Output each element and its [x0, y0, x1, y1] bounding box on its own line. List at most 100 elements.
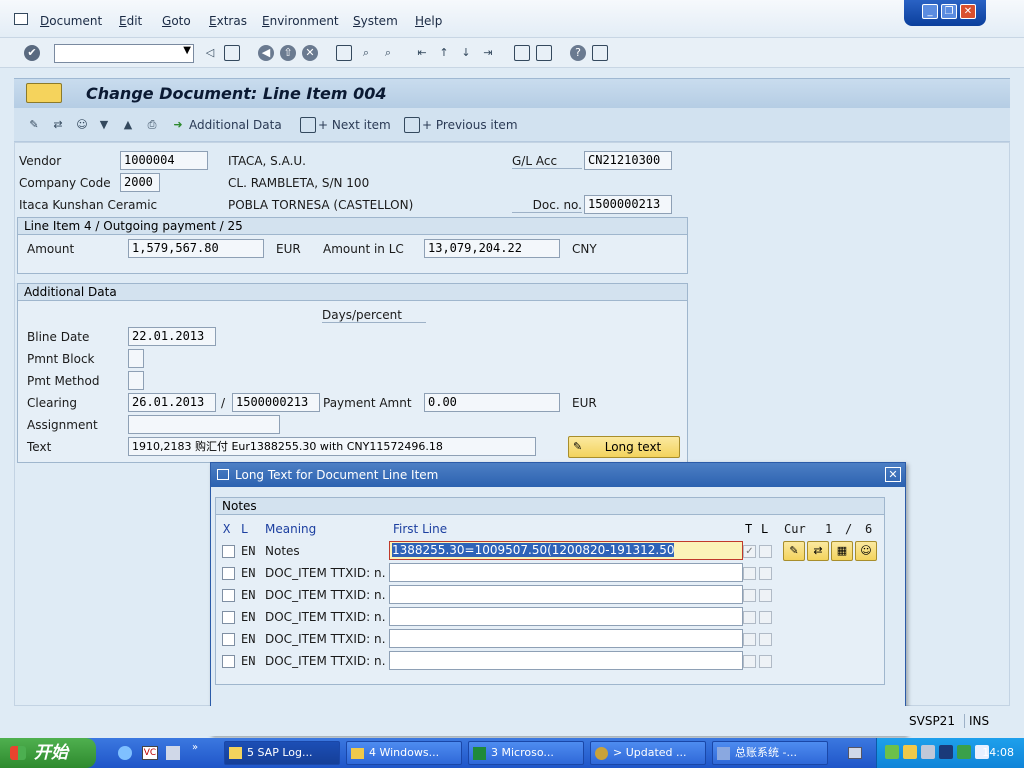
- window-menu-icon[interactable]: [14, 13, 28, 25]
- triangle-down-icon[interactable]: ▼: [96, 117, 112, 133]
- pmnt-block-field[interactable]: [128, 349, 144, 368]
- menu-goto[interactable]: Goto: [162, 14, 191, 28]
- pmt-method-field[interactable]: [128, 371, 144, 390]
- amount-lc-field[interactable]: 13,079,204.22: [424, 239, 560, 258]
- speaker-icon[interactable]: [921, 745, 935, 759]
- additional-data-icon[interactable]: ➜: [170, 117, 186, 133]
- additional-data-button[interactable]: Additional Data: [189, 118, 282, 132]
- app-icon[interactable]: [166, 746, 180, 760]
- display-change-icon[interactable]: ⇄: [50, 117, 66, 133]
- menu-edit[interactable]: Edit: [119, 14, 142, 28]
- row-first-line-field[interactable]: [389, 629, 743, 648]
- previous-page-icon[interactable]: ↑: [436, 45, 452, 61]
- first-page-icon[interactable]: ⇤: [414, 45, 430, 61]
- row-first-line-field[interactable]: 1388255.30=1009507.50(1200820-191312.50: [389, 541, 743, 560]
- row-select-checkbox[interactable]: [222, 611, 235, 624]
- vc-icon[interactable]: VC: [142, 746, 158, 760]
- payment-amnt-field[interactable]: 0.00: [424, 393, 560, 412]
- shortcut-icon[interactable]: [536, 45, 552, 61]
- assignment-field[interactable]: [128, 415, 280, 434]
- menu-document[interactable]: Document: [40, 14, 102, 28]
- restore-button[interactable]: ❐: [941, 4, 957, 19]
- keyboard-icon[interactable]: [848, 747, 862, 759]
- exit-icon[interactable]: ⇧: [280, 45, 296, 61]
- edit-pencil-icon[interactable]: ✎: [26, 117, 42, 133]
- cancel-icon[interactable]: ✕: [302, 45, 318, 61]
- row-select-checkbox[interactable]: [222, 567, 235, 580]
- find-icon[interactable]: ⌕: [358, 45, 374, 61]
- menu-help[interactable]: Help: [415, 14, 442, 28]
- new-session-icon[interactable]: [514, 45, 530, 61]
- dialog-close-button[interactable]: ✕: [885, 467, 901, 482]
- enter-icon[interactable]: ✔: [24, 45, 40, 61]
- save-previous-icon[interactable]: [404, 117, 420, 133]
- task-microsoft[interactable]: 3 Microso...: [468, 741, 584, 765]
- menu-extras[interactable]: Extras: [209, 14, 247, 28]
- find-next-icon[interactable]: ⌕: [380, 45, 396, 61]
- row-first-line-field[interactable]: [389, 585, 743, 604]
- row-l-checkbox: [759, 633, 772, 646]
- row-first-line-text: 1388255.30=1009507.50(1200820-191312.50: [392, 543, 675, 557]
- person-icon[interactable]: ☺: [74, 117, 90, 133]
- row-first-line-field[interactable]: [389, 563, 743, 582]
- table-icon[interactable]: ▦: [831, 541, 853, 561]
- layout-menu-icon[interactable]: [592, 45, 608, 61]
- shield-icon[interactable]: [885, 745, 899, 759]
- row-select-checkbox[interactable]: [222, 655, 235, 668]
- text-navigate-icon[interactable]: ⇄: [807, 541, 829, 561]
- doc-no-field[interactable]: 1500000213: [584, 195, 672, 214]
- amount-field[interactable]: 1,579,567.80: [128, 239, 264, 258]
- menu-list-icon[interactable]: [26, 83, 62, 103]
- save-icon[interactable]: [224, 45, 240, 61]
- row-select-checkbox[interactable]: [222, 589, 235, 602]
- ie-icon[interactable]: [118, 746, 132, 760]
- close-button[interactable]: ✕: [960, 4, 976, 19]
- network-icon[interactable]: [903, 745, 917, 759]
- clearing-date-field[interactable]: 26.01.2013: [128, 393, 216, 412]
- row-select-checkbox[interactable]: [222, 545, 235, 558]
- start-button[interactable]: 开始: [0, 738, 96, 768]
- task-windows[interactable]: 4 Windows...: [346, 741, 462, 765]
- back-arrow-icon[interactable]: ◁: [202, 45, 218, 61]
- row-first-line-field[interactable]: [389, 651, 743, 670]
- save-next-icon[interactable]: [300, 117, 316, 133]
- check-icon[interactable]: [957, 745, 971, 759]
- next-page-icon[interactable]: ↓: [458, 45, 474, 61]
- row-select-checkbox[interactable]: [222, 633, 235, 646]
- long-text-button[interactable]: ✎ Long text: [568, 436, 680, 458]
- task-ledger[interactable]: 总账系统 -...: [712, 741, 828, 765]
- menu-system[interactable]: System: [353, 14, 398, 28]
- app-tray-icon[interactable]: [939, 745, 953, 759]
- edit-text-icon[interactable]: ✎: [783, 541, 805, 561]
- last-page-icon[interactable]: ⇥: [480, 45, 496, 61]
- chevron-down-icon[interactable]: ▼: [183, 45, 191, 56]
- print-preview-icon[interactable]: ⎙: [144, 117, 160, 133]
- cur-label: Cur: [784, 522, 806, 536]
- company-code-field[interactable]: 2000: [120, 173, 160, 192]
- triangle-up-icon[interactable]: ▲: [120, 117, 136, 133]
- col-meaning: Meaning: [265, 522, 317, 536]
- row-meaning: DOC_ITEM TTXID: n…: [265, 566, 387, 580]
- print-icon[interactable]: [336, 45, 352, 61]
- previous-item-button[interactable]: + Previous item: [422, 118, 518, 132]
- task-sap-logon[interactable]: 5 SAP Log...: [224, 741, 340, 765]
- clearing-doc-field[interactable]: 1500000213: [232, 393, 320, 412]
- person-icon[interactable]: ☺: [855, 541, 877, 561]
- row-first-line-field[interactable]: [389, 607, 743, 626]
- vendor-field[interactable]: 1000004: [120, 151, 208, 170]
- clearing-label: Clearing: [27, 396, 77, 410]
- gl-acc-field[interactable]: CN21210300: [584, 151, 672, 170]
- bline-date-field[interactable]: 22.01.2013: [128, 327, 216, 346]
- minimize-button[interactable]: _: [922, 4, 938, 19]
- overflow-chevron-icon[interactable]: »: [192, 742, 198, 753]
- row-t-checkbox: [743, 655, 756, 668]
- days-percent-header: Days/percent: [322, 308, 426, 323]
- next-item-button[interactable]: + Next item: [318, 118, 391, 132]
- menu-environment[interactable]: Environment: [262, 14, 339, 28]
- amount-lc-currency: CNY: [572, 242, 597, 256]
- task-updated[interactable]: > Updated ...: [590, 741, 706, 765]
- help-icon[interactable]: ?: [570, 45, 586, 61]
- text-field[interactable]: 1910,2183 购汇付 Eur1388255.30 with CNY1157…: [128, 437, 536, 456]
- back-icon[interactable]: ◀: [258, 45, 274, 61]
- command-field[interactable]: ▼: [54, 44, 194, 63]
